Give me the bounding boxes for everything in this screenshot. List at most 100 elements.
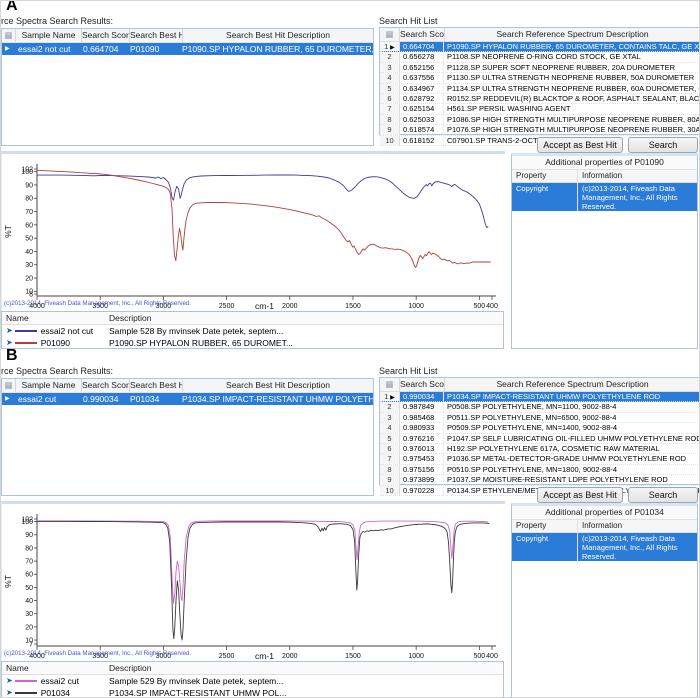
legend-row[interactable]: ➤ P01090 P1090.SP HYPALON RUBBER, 65 DUR… (2, 337, 503, 349)
hit-score: 0.628792 (400, 94, 444, 103)
hit-list-grid: ▦ Search Score Search Reference Spectrum… (379, 27, 700, 135)
hit-list-row[interactable]: 80.625033P1086.SP HIGH STRENGTH MULTIPUR… (380, 115, 700, 125)
properties-header-row: Property Information (512, 170, 697, 183)
legend-arrow-icon: ➤ (6, 687, 13, 698)
figure-label-a: A (6, 0, 18, 15)
legend-header-row: Name Description (2, 312, 503, 325)
grid-corner-icon[interactable]: ▦ (380, 28, 400, 41)
legend-row[interactable]: ➤ essai2 not cut Sample 528 By mvinsek D… (2, 325, 503, 337)
hit-list-row[interactable]: 90.618574P1076.SP HIGH STRENGTH MULTIPUR… (380, 125, 700, 135)
search-residuals-button[interactable]: Search Residuals (628, 137, 698, 153)
hit-score: 0.618574 (400, 125, 444, 134)
search-residuals-button[interactable]: Search Residuals (628, 487, 698, 503)
results-row[interactable]: ▶ essai2 not cut 0.664704 P01090 P1090.S… (2, 43, 373, 55)
y-tick-label: 50 (25, 236, 33, 243)
col-best-hit[interactable]: Search Best Hit (130, 379, 183, 392)
results-grid: ▦ Sample Name Search Score Search Best H… (1, 378, 374, 496)
hit-row-number: 10 (380, 486, 400, 495)
hit-list-row[interactable]: 20.656278P1108.SP NEOPRENE O-RING CORD S… (380, 52, 700, 62)
legend-arrow-icon: ➤ (6, 325, 13, 337)
hit-list-grid: ▦ Search Score Search Reference Spectrum… (379, 377, 700, 485)
col-property[interactable]: Property (512, 170, 578, 182)
legend-series-name: P01034 (41, 687, 70, 698)
legend-header-row: Name Description (2, 662, 503, 675)
x-tick-label: 2000 (282, 653, 298, 660)
y-axis-label: %T (3, 575, 13, 588)
hit-list-row[interactable]: 40.637556P1130.SP ULTRA STRENGTH NEOPREN… (380, 73, 700, 83)
hit-description: H192.SP POLYETHYLENE 617A, COSMETIC RAW … (444, 444, 700, 453)
hit-row-number: 7 (380, 104, 400, 113)
property-row-copyright[interactable]: Copyright (c)2013-2014, Fiveash Data Man… (512, 533, 697, 561)
y-tick-label: 40 (25, 249, 33, 256)
hit-score: 0.976216 (400, 434, 444, 443)
hit-list-row[interactable]: 1 ▶0.664704P1090.SP HYPALON RUBBER, 65 D… (380, 42, 700, 52)
y-tick-label: 90 (25, 532, 33, 539)
hit-row-number: 9 (380, 125, 400, 134)
hit-list-row[interactable]: 70.625154H561.SP PERSIL WASHING AGENT (380, 104, 700, 114)
hit-row-number: 5 (380, 84, 400, 93)
source-spectra-results-b: rce Spectra Search Results: ▦ Sample Nam… (1, 365, 374, 496)
y-tick-label: 50 (25, 585, 33, 592)
grid-corner-icon[interactable]: ▦ (2, 379, 16, 392)
grid-corner-icon[interactable]: ▦ (380, 378, 400, 391)
hit-description: R0152.SP REDDEVIL(R) BLACKTOP & ROOF, AS… (444, 94, 700, 103)
hit-list-row[interactable]: 60.628792R0152.SP REDDEVIL(R) BLACKTOP &… (380, 94, 700, 104)
hit-score: 0.634967 (400, 84, 444, 93)
hit-list-row[interactable]: 70.975453P1036.SP METAL-DETECTOR-GRADE U… (380, 454, 700, 464)
score-cell: 0.664704 (80, 43, 127, 55)
hit-description: P0508.SP POLYETHYLENE, MN=1100, 9002-88-… (444, 402, 700, 411)
col-search-score[interactable]: Search Score (82, 29, 130, 42)
hit-list-row[interactable]: 30.652156P1128.SP SUPER SOFT NEOPRENE RU… (380, 63, 700, 73)
x-tick-label: 500 (474, 653, 486, 660)
property-row-copyright[interactable]: Copyright (c)2013-2014, Fiveash Data Man… (512, 183, 697, 211)
hit-list-row[interactable]: 60.976013H192.SP POLYETHYLENE 617A, COSM… (380, 444, 700, 454)
row-selector-icon: ▶ (2, 43, 15, 55)
source-spectra-results-a: rce Spectra Search Results: ▦ Sample Nam… (1, 15, 374, 146)
hit-list-row[interactable]: 30.985468P0511.SP POLYETHYLENE, MN=6500,… (380, 413, 700, 423)
hit-list-row[interactable]: 1 ▶0.990034P1034.SP IMPACT-RESISTANT UHM… (380, 392, 700, 402)
hit-row-number: 5 (380, 434, 400, 443)
accept-best-hit-button[interactable]: Accept as Best Hit (537, 487, 623, 503)
hit-list-row[interactable]: 40.980933P0509.SP POLYETHYLENE, MN=1400,… (380, 423, 700, 433)
col-best-hit-description[interactable]: Search Best Hit Description (183, 29, 373, 42)
grid-corner-icon[interactable]: ▦ (2, 29, 16, 42)
col-best-hit[interactable]: Search Best Hit (130, 29, 183, 42)
col-hit-description[interactable]: Search Reference Spectrum Description (445, 378, 700, 391)
accept-best-hit-button[interactable]: Accept as Best Hit (537, 137, 623, 153)
hit-list-row[interactable]: 50.976216P1047.SP SELF LUBRICATING OIL-F… (380, 434, 700, 444)
col-property[interactable]: Property (512, 520, 578, 532)
hit-score: 0.625033 (400, 115, 444, 124)
hit-description: P0510.SP POLYETHYLENE, MN=1800, 9002-88-… (444, 465, 700, 474)
hit-description: P1034.SP IMPACT-RESISTANT UHMW POLYETHYL… (444, 392, 700, 401)
col-information[interactable]: Information (578, 170, 697, 182)
col-information[interactable]: Information (578, 520, 697, 532)
hit-list-title: Search Hit List (379, 15, 700, 27)
properties-title: Additional properties of P01090 (512, 156, 697, 170)
hit-list-row[interactable]: 80.975156P0510.SP POLYETHYLENE, MN=1800,… (380, 465, 700, 475)
y-tick-label: 60 (25, 222, 33, 229)
hit-list-row[interactable]: 20.987849P0508.SP POLYETHYLENE, MN=1100,… (380, 402, 700, 412)
col-hit-description[interactable]: Search Reference Spectrum Description (445, 28, 700, 41)
search-hit-list-a: Search Hit List ▦ Search Score Search Re… (379, 15, 700, 135)
hit-score: 0.975453 (400, 454, 444, 463)
col-hit-score[interactable]: Search Score (400, 378, 445, 391)
legend-series-name: essai2 not cut (41, 325, 93, 337)
col-hit-score[interactable]: Search Score (400, 28, 445, 41)
results-row[interactable]: ▶ essai2 cut 0.990034 P01034 P1034.SP IM… (2, 393, 373, 405)
hit-score: 0.664704 (400, 42, 444, 51)
spectrum-trace-P01034 (37, 521, 490, 640)
col-sample-name[interactable]: Sample Name (16, 379, 82, 392)
hit-list-header-row: ▦ Search Score Search Reference Spectrum… (380, 378, 700, 392)
legend-row[interactable]: ➤ P01034 P1034.SP IMPACT-RESISTANT UHMW … (2, 687, 503, 698)
hit-score: 0.618152 (400, 136, 444, 145)
hit-list-row[interactable]: 90.973899P1037.SP MOISTURE-RESISTANT LDP… (380, 475, 700, 485)
col-search-score[interactable]: Search Score (82, 379, 130, 392)
additional-properties-b: Additional properties of P01034 Property… (511, 503, 698, 698)
hit-list-row[interactable]: 50.634967P1134.SP ULTRA STRENGTH NEOPREN… (380, 84, 700, 94)
legend-row[interactable]: ➤ essai2 cut Sample 529 By mvinsek Date … (2, 675, 503, 687)
col-best-hit-description[interactable]: Search Best Hit Description (183, 379, 373, 392)
col-sample-name[interactable]: Sample Name (16, 29, 82, 42)
score-cell: 0.990034 (80, 393, 127, 405)
hit-row-number: 2 (380, 402, 400, 411)
hit-row-number: 6 (380, 444, 400, 453)
